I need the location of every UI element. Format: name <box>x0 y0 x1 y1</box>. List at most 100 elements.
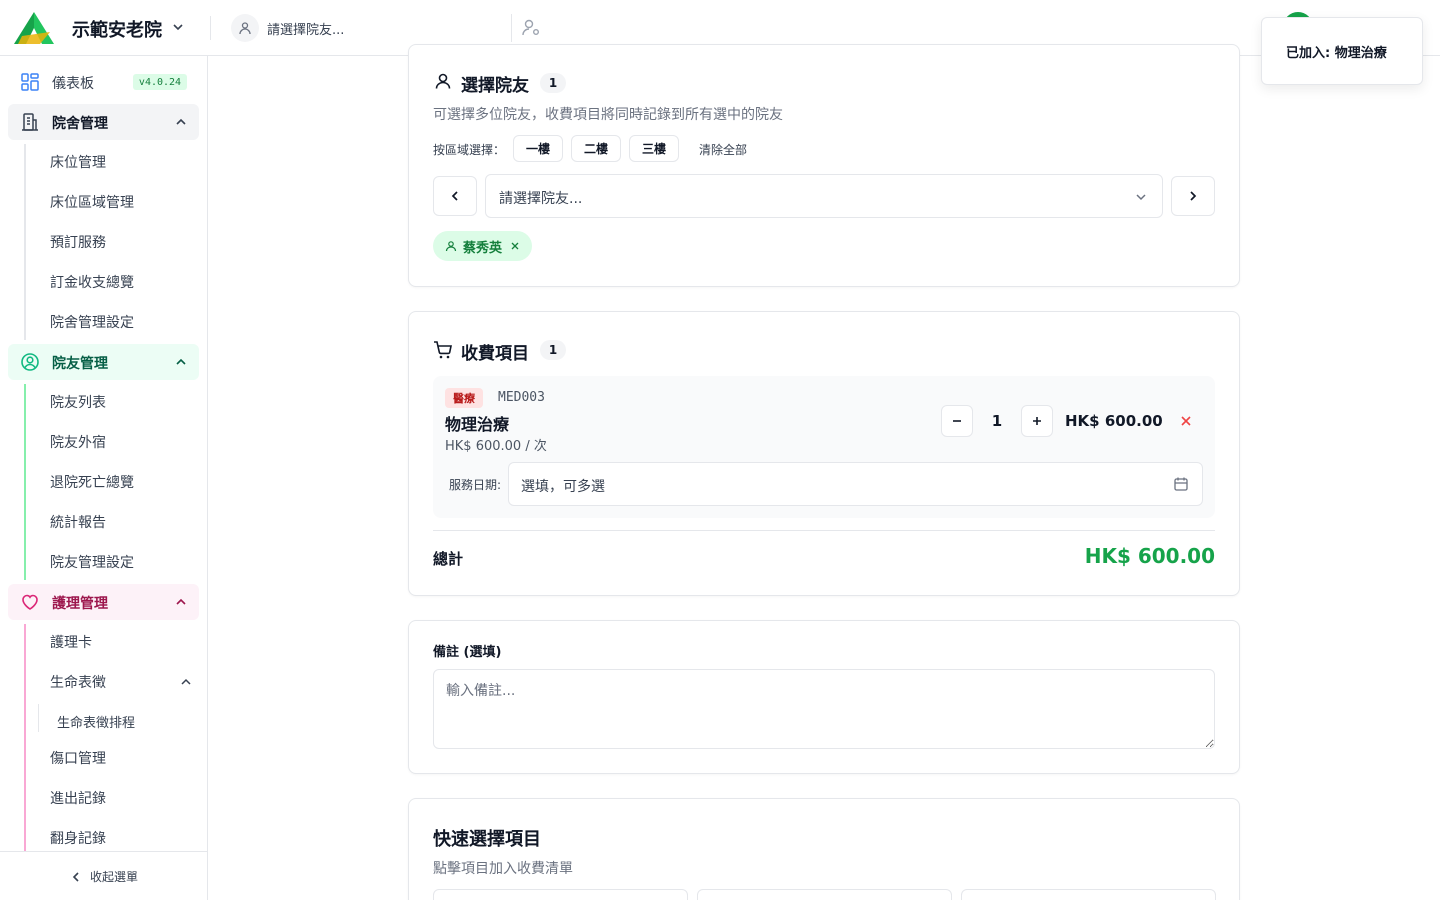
user-icon <box>435 73 451 89</box>
version-badge: v4.0.24 <box>133 74 187 90</box>
clear-all-button[interactable]: 清除全部 <box>699 141 747 158</box>
user-icon <box>231 14 259 42</box>
sidebar-item-discharge-overview[interactable]: 退院死亡總覽 <box>50 472 134 492</box>
chevron-up-icon <box>176 598 186 605</box>
chevron-left-icon <box>451 191 458 201</box>
item-unit-price: HK$ 600.00 / 次 <box>445 439 547 454</box>
dashboard-icon <box>21 73 39 91</box>
notes-label: 備註 (選填) <box>433 645 502 660</box>
charge-items-title: 收費項目 <box>461 344 529 364</box>
minus-icon <box>953 420 961 422</box>
selected-resident-chip: 蔡秀英 <box>433 231 533 261</box>
total-value: HK$ 600.00 <box>1084 544 1215 568</box>
sidebar-item-resident-settings[interactable]: 院友管理設定 <box>50 552 134 572</box>
remove-item-icon[interactable] <box>1179 414 1193 428</box>
sidebar-group-nursing[interactable]: 護理管理 <box>8 584 199 620</box>
service-date-placeholder: 選填，可多選 <box>521 479 605 495</box>
chevron-right-icon <box>1190 191 1197 201</box>
collapse-menu-button[interactable]: 收起選單 <box>0 851 207 900</box>
submenu-rail <box>24 144 26 340</box>
sidebar-item-booking[interactable]: 預訂服務 <box>50 232 106 252</box>
notes-textarea[interactable] <box>433 669 1215 749</box>
org-name[interactable]: 示範安老院 <box>72 16 162 42</box>
select-residents-description: 可選擇多位院友，收費項目將同時記錄到所有選中的院友 <box>433 107 783 123</box>
sidebar-item-bed-management[interactable]: 床位管理 <box>50 152 106 172</box>
select-residents-card: 選擇院友 1 可選擇多位院友，收費項目將同時記錄到所有選中的院友 按區域選擇： … <box>408 44 1240 287</box>
quick-select-card: 快速選擇項目 點擊項目加入收費清單 <box>408 798 1240 900</box>
submenu-rail <box>24 624 26 854</box>
quick-select-tile[interactable] <box>697 889 952 900</box>
sidebar-group-label: 護理管理 <box>52 596 108 612</box>
charge-items-count-badge: 1 <box>540 340 566 360</box>
chevron-down-icon <box>1136 194 1146 201</box>
sidebar-group-facility[interactable]: 院舍管理 <box>8 104 199 140</box>
item-name: 物理治療 <box>445 415 510 434</box>
user-settings-icon[interactable] <box>521 18 541 38</box>
sidebar-group-resident[interactable]: 院友管理 <box>8 344 199 380</box>
sidebar-item-bed-area[interactable]: 床位區域管理 <box>50 192 134 212</box>
header-resident-selector[interactable]: 請選擇院友... <box>231 14 511 42</box>
sidebar-item-vital-schedule[interactable]: 生命表徵排程 <box>57 712 135 731</box>
sidebar-item-resident-list[interactable]: 院友列表 <box>50 392 106 412</box>
app-logo-icon <box>14 12 54 44</box>
prev-resident-button[interactable] <box>433 176 477 216</box>
charge-item-row: 醫療 MED003 物理治療 HK$ 600.00 / 次 1 HK$ 600.… <box>433 376 1215 518</box>
collapse-menu-label: 收起選單 <box>90 870 139 884</box>
area-filter-label: 按區域選擇： <box>433 143 506 157</box>
decrease-quantity-button[interactable] <box>941 405 973 437</box>
submenu-rail <box>24 384 26 580</box>
close-icon[interactable] <box>510 241 520 251</box>
sidebar-item-statistics[interactable]: 統計報告 <box>50 512 106 532</box>
submenu-rail <box>38 704 39 732</box>
plus-icon <box>1033 417 1041 425</box>
heart-icon <box>22 594 38 610</box>
area-button-3f[interactable]: 三樓 <box>629 135 679 162</box>
sidebar-group-label: 院舍管理 <box>52 116 108 132</box>
cart-icon <box>434 341 452 359</box>
header-divider <box>210 16 211 40</box>
chevron-up-icon <box>176 118 186 125</box>
category-badge: 醫療 <box>445 388 483 408</box>
sidebar-item-deposit-overview[interactable]: 訂金收支總覽 <box>50 272 134 292</box>
next-resident-button[interactable] <box>1171 176 1215 216</box>
notes-card: 備註 (選填) <box>408 620 1240 774</box>
chevron-down-icon[interactable] <box>171 20 185 34</box>
calendar-icon <box>1174 477 1188 491</box>
building-icon <box>22 113 38 131</box>
area-button-2f[interactable]: 二樓 <box>571 135 621 162</box>
sidebar-item-in-out-records[interactable]: 進出記錄 <box>50 788 106 808</box>
sidebar-item-vital-signs[interactable]: 生命表徵 <box>50 672 106 692</box>
increase-quantity-button[interactable] <box>1021 405 1053 437</box>
sidebar-item-resident-leave[interactable]: 院友外宿 <box>50 432 106 452</box>
sidebar-group-label: 院友管理 <box>52 356 108 372</box>
sidebar-item-nursing-card[interactable]: 護理卡 <box>50 632 92 652</box>
quick-select-tile[interactable] <box>961 889 1216 900</box>
header-resident-placeholder: 請選擇院友... <box>267 22 345 38</box>
area-button-1f[interactable]: 一樓 <box>513 135 563 162</box>
toast-message: 已加入: 物理治療 <box>1286 45 1387 61</box>
sidebar-item-turning-records[interactable]: 翻身記錄 <box>50 828 106 848</box>
chevron-up-icon <box>176 358 186 365</box>
charge-items-card: 收費項目 1 醫療 MED003 物理治療 HK$ 600.00 / 次 1 H… <box>408 311 1240 596</box>
quick-select-subtitle: 點擊項目加入收費清單 <box>433 861 573 877</box>
user-circle-icon <box>21 353 39 371</box>
quantity-value: 1 <box>991 412 1003 430</box>
service-date-input[interactable]: 選填，可多選 <box>508 462 1203 506</box>
item-code: MED003 <box>498 390 545 405</box>
resident-select-placeholder: 請選擇院友... <box>499 191 583 207</box>
sidebar: 儀表板 v4.0.24 院舍管理 床位管理 床位區域管理 預訂服務 訂金收支總覽… <box>0 56 208 900</box>
quick-select-title: 快速選擇項目 <box>433 829 541 850</box>
chevron-left-icon <box>72 871 79 882</box>
chevron-up-icon[interactable] <box>180 676 192 688</box>
sidebar-item-facility-settings[interactable]: 院舍管理設定 <box>50 312 134 332</box>
sidebar-item-wound-management[interactable]: 傷口管理 <box>50 748 106 768</box>
total-label: 總計 <box>433 550 464 568</box>
select-residents-title: 選擇院友 <box>461 76 529 96</box>
resident-select-dropdown[interactable]: 請選擇院友... <box>485 174 1163 218</box>
selected-count-badge: 1 <box>540 73 566 93</box>
quick-select-tile[interactable] <box>433 889 688 900</box>
selected-resident-name: 蔡秀英 <box>463 240 503 256</box>
user-icon <box>445 241 457 252</box>
divider <box>433 530 1215 531</box>
toast-notification: 已加入: 物理治療 <box>1261 17 1423 85</box>
